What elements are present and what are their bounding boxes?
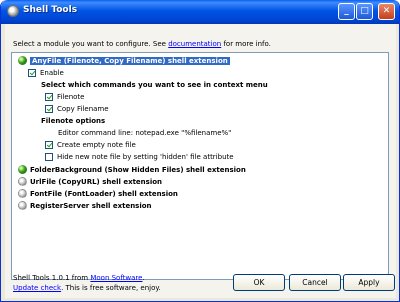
options-heading-text: Filenote options xyxy=(41,116,106,125)
tree-item-label: AnyFile (Filenote, Copy Filename) shell … xyxy=(30,56,230,65)
editor-command-line: Editor command line: notepad.exe "%filen… xyxy=(58,127,231,138)
intro-suffix: for more info. xyxy=(223,40,271,48)
intro-label: Select a module you want to configure. S… xyxy=(13,40,166,48)
documentation-link[interactable]: documentation xyxy=(168,40,221,48)
close-button[interactable]: ✕ xyxy=(378,3,395,20)
hide-new-label: Hide new note file by setting 'hidden' f… xyxy=(57,152,234,161)
create-empty-checkbox-row[interactable]: Create empty note file xyxy=(45,139,136,150)
gray-gear-icon xyxy=(18,201,27,210)
tree-item-folderbackground[interactable]: FolderBackground (Show Hidden Files) she… xyxy=(18,164,246,175)
hide-new-checkbox-row[interactable]: Hide new note file by setting 'hidden' f… xyxy=(45,151,234,162)
green-gear-icon xyxy=(18,56,27,65)
commands-heading: Select which commands you want to see in… xyxy=(41,79,268,90)
tree-item-registerserver[interactable]: RegisterServer shell extension xyxy=(18,200,152,211)
window-title: Shell Tools xyxy=(23,5,78,15)
tree-item-label: FontFile (FontLoader) shell extension xyxy=(30,189,178,198)
commands-heading-text: Select which commands you want to see in… xyxy=(41,80,268,89)
minimize-button[interactable]: _ xyxy=(338,3,355,20)
version-line: Shell Tools 1.0.1 from Moon Software. xyxy=(13,274,145,282)
intro-text: Select a module you want to configure. S… xyxy=(13,40,271,48)
tree-item-urlfile[interactable]: UrlFile (CopyURL) shell extension xyxy=(18,176,162,187)
editor-command-text: Editor command line: notepad.exe "%filen… xyxy=(58,128,232,137)
copy-filename-checkbox-row[interactable]: Copy Filename xyxy=(45,103,109,114)
enable-label: Enable xyxy=(40,68,64,77)
dialog-content: Select a module you want to configure. S… xyxy=(5,24,396,298)
update-line: Update check. This is free software, enj… xyxy=(13,284,161,292)
tree-item-fontfile[interactable]: FontFile (FontLoader) shell extension xyxy=(18,188,178,199)
update-suffix: . This is free software, enjoy. xyxy=(61,284,161,292)
tree-item-label: RegisterServer shell extension xyxy=(30,201,152,210)
filenote-checkbox-row[interactable]: Filenote xyxy=(45,91,84,102)
green-gear-icon xyxy=(18,165,27,174)
tree-item-label: UrlFile (CopyURL) shell extension xyxy=(30,177,163,186)
filenote-label: Filenote xyxy=(57,92,85,101)
tree-item-label: FolderBackground (Show Hidden Files) she… xyxy=(30,165,246,174)
version-text: Shell Tools 1.0.1 from xyxy=(13,274,89,282)
gear-icon xyxy=(7,5,19,17)
tree-item-anyfile[interactable]: AnyFile (Filenote, Copy Filename) shell … xyxy=(18,55,230,66)
options-heading: Filenote options xyxy=(41,115,105,126)
copy-filename-checkbox[interactable] xyxy=(45,104,53,113)
enable-checkbox-row[interactable]: Enable xyxy=(28,67,64,78)
title-bar[interactable]: Shell Tools _ □ ✕ xyxy=(1,0,399,24)
shell-tools-window: Shell Tools _ □ ✕ Select a module you wa… xyxy=(0,0,400,302)
cancel-button[interactable]: Cancel xyxy=(289,274,341,291)
update-check-link[interactable]: Update check xyxy=(13,284,61,292)
gray-gear-icon xyxy=(18,177,27,186)
copy-filename-label: Copy Filename xyxy=(57,104,109,113)
hide-new-checkbox[interactable] xyxy=(45,152,53,161)
ok-button[interactable]: OK xyxy=(233,274,285,291)
module-tree[interactable]: AnyFile (Filenote, Copy Filename) shell … xyxy=(11,52,389,280)
enable-checkbox[interactable] xyxy=(28,68,36,77)
create-empty-label: Create empty note file xyxy=(57,140,136,149)
maximize-button[interactable]: □ xyxy=(356,3,373,20)
vendor-link[interactable]: Moon Software xyxy=(90,274,142,282)
gray-gear-icon xyxy=(18,189,27,198)
filenote-checkbox[interactable] xyxy=(45,92,53,101)
create-empty-checkbox[interactable] xyxy=(45,140,53,149)
apply-button[interactable]: Apply xyxy=(343,274,395,291)
